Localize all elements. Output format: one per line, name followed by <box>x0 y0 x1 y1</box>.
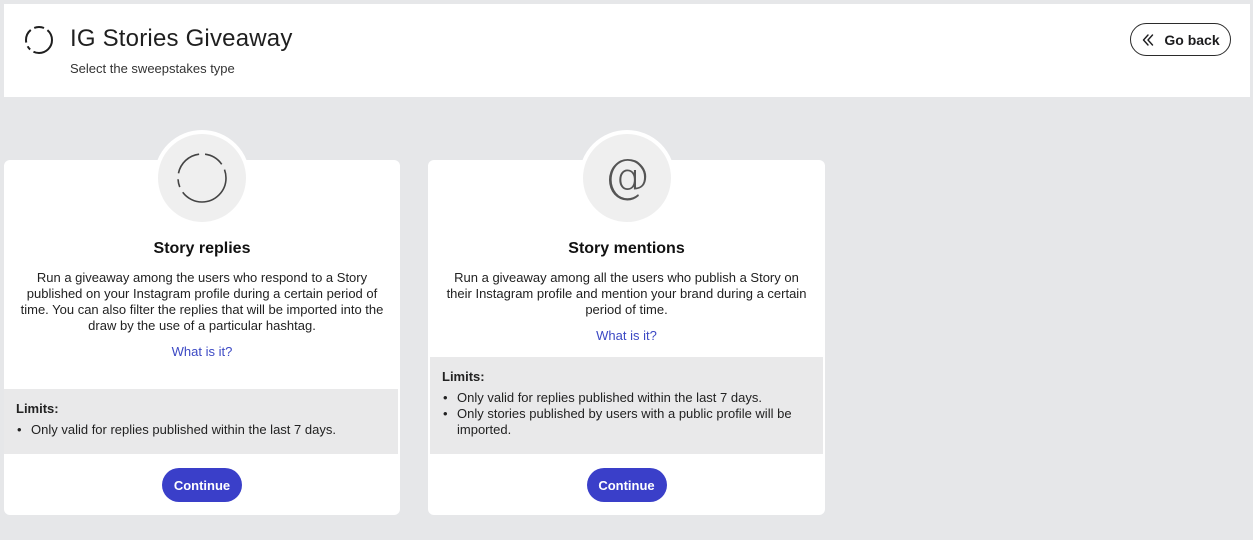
card-title: Story replies <box>153 240 251 257</box>
go-back-button[interactable]: Go back <box>1130 23 1231 56</box>
limits-section: Limits: Only valid for replies published… <box>430 357 823 454</box>
story-replies-card: Story replies Run a giveaway among the u… <box>4 130 400 515</box>
page-subtitle: Select the sweepstakes type <box>70 61 235 76</box>
limits-section: Limits: Only valid for replies published… <box>4 389 398 454</box>
dashed-circle-icon <box>25 26 53 54</box>
limits-title: Limits: <box>16 401 59 416</box>
limits-item: Only valid for replies published within … <box>442 390 811 406</box>
card-description: Run a giveaway among all the users who p… <box>446 270 807 317</box>
dashed-circle-icon <box>177 153 227 203</box>
card-title: Story mentions <box>568 240 685 257</box>
double-chevron-left-icon <box>1143 33 1154 46</box>
limits-item: Only valid for replies published within … <box>16 422 386 438</box>
page-header: IG Stories Giveaway Select the sweepstak… <box>4 4 1250 97</box>
go-back-label: Go back <box>1164 31 1220 48</box>
limits-title: Limits: <box>442 369 485 384</box>
svg-text:@: @ <box>604 149 650 203</box>
limits-list: Only valid for replies published within … <box>442 390 811 438</box>
card-icon-badge: @ <box>578 130 675 226</box>
card-description: Run a giveaway among the users who respo… <box>20 270 384 333</box>
card-icon-badge <box>154 130 250 226</box>
what-is-it-link[interactable]: What is it? <box>428 328 825 343</box>
page-title: IG Stories Giveaway <box>70 25 293 52</box>
limits-list: Only valid for replies published within … <box>16 422 386 438</box>
at-sign-icon: @ <box>604 149 650 203</box>
limits-item: Only stories published by users with a p… <box>442 406 811 438</box>
what-is-it-link[interactable]: What is it? <box>4 344 400 359</box>
continue-button[interactable]: Continue <box>586 468 667 502</box>
story-mentions-card: @ Story mentions Run a giveaway among al… <box>428 130 825 515</box>
continue-button[interactable]: Continue <box>162 468 242 502</box>
